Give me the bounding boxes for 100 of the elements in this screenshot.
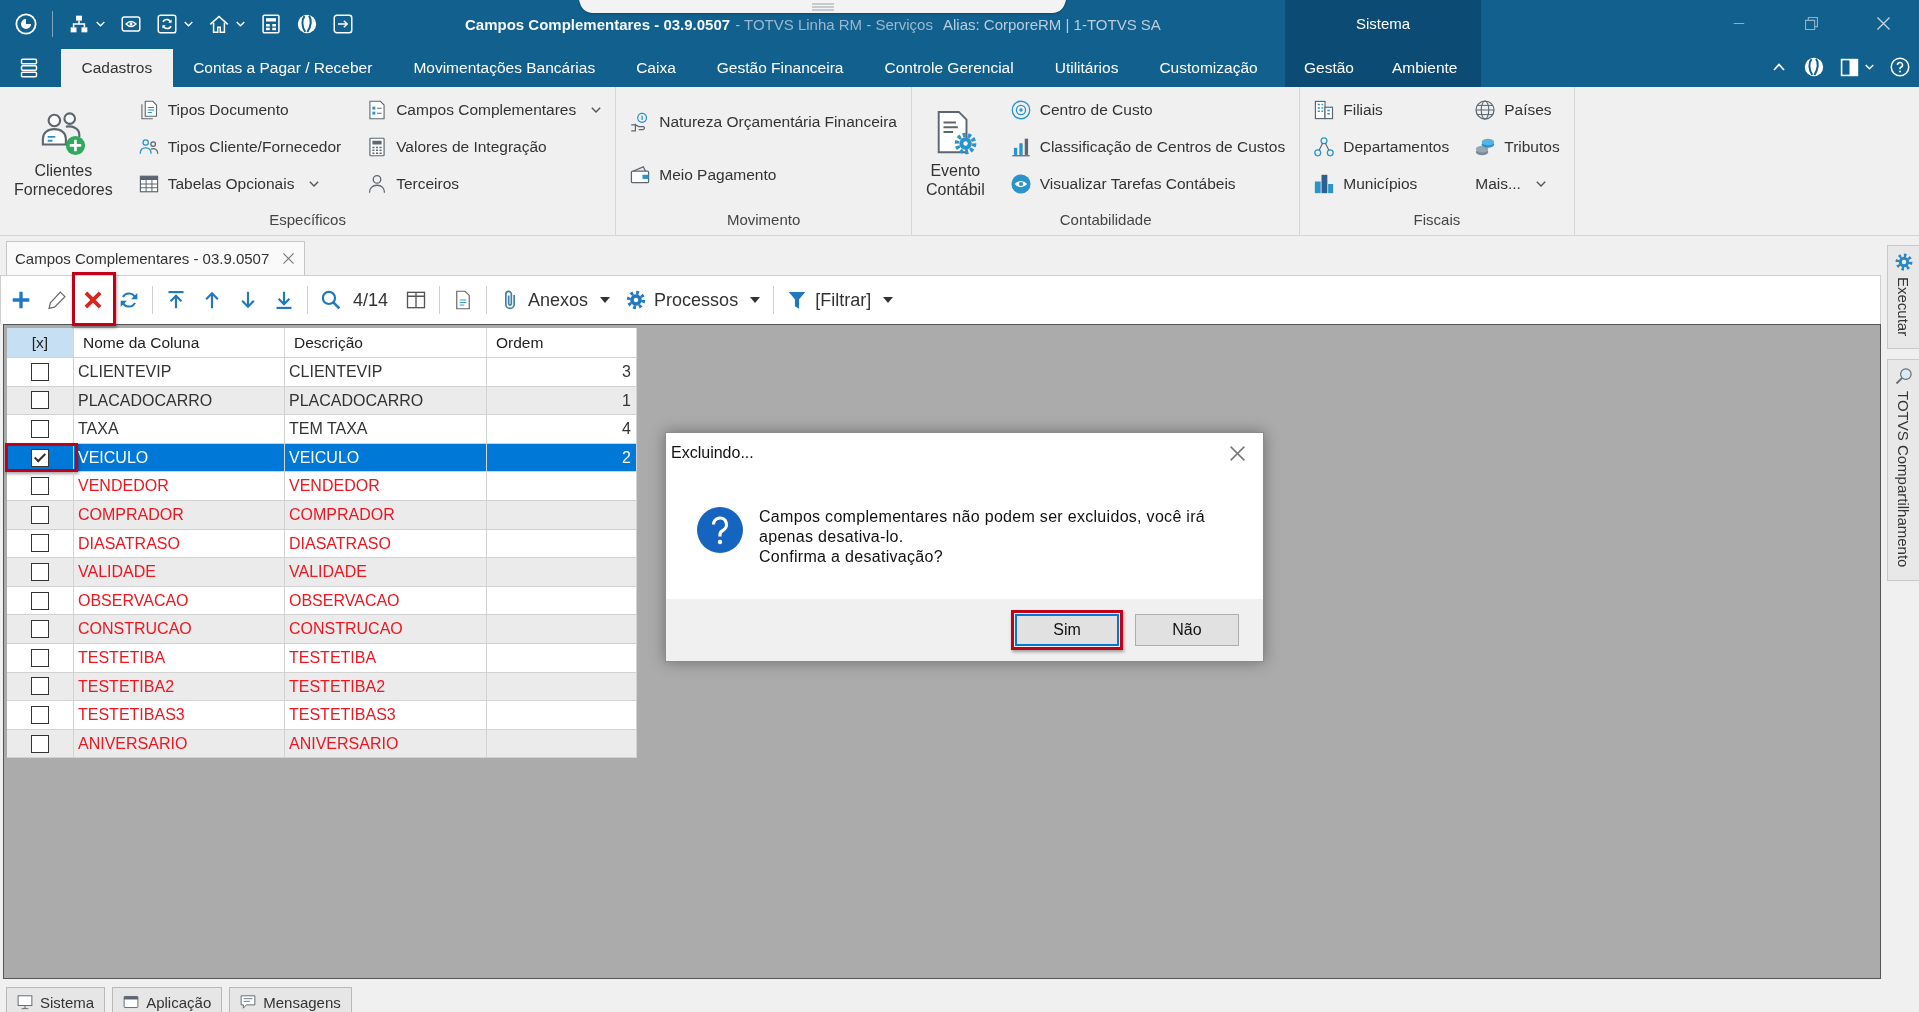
side-tab[interactable]: Executar [1887,245,1919,350]
chevron-down-icon[interactable] [96,20,105,27]
home-icon[interactable] [209,13,229,34]
table-row[interactable]: VEICULO VEICULO 2 [7,443,637,473]
table-row[interactable]: TESTETIBAS3 TESTETIBAS3 [7,701,637,730]
dropdown-button[interactable]: Processos [618,281,769,319]
ribbon-button[interactable]: Tabelas Opcionais [134,165,346,202]
checkbox[interactable] [31,534,49,553]
checkbox[interactable] [31,648,49,667]
ribbon-button[interactable]: Tipos Cliente/Fornecedor [134,128,346,165]
menu-tab[interactable]: Ambiente [1373,49,1477,87]
table-row[interactable]: DIASATRASO DIASATRASO [7,529,637,559]
dialog-button[interactable]: Não [1135,614,1239,646]
ribbon-button[interactable]: Tributos [1471,128,1564,165]
chevron-down-icon[interactable] [236,20,245,27]
refresh-icon[interactable] [157,13,177,34]
panel-icon[interactable] [1840,57,1859,77]
checkbox[interactable] [31,705,49,724]
close-button[interactable] [281,251,297,266]
table-row[interactable]: TESTETIBA2 TESTETIBA2 [7,672,637,702]
circle-logo-icon[interactable] [15,12,37,35]
table-row[interactable]: CONSTRUCAO CONSTRUCAO [7,615,637,644]
chevron-down-icon[interactable] [1865,64,1874,70]
ribbon-button[interactable]: Centro de Custo [1006,91,1290,128]
menu-button[interactable] [18,56,40,80]
ribbon-button[interactable]: Valores de Integração [363,128,606,165]
menu-tab[interactable]: Utilitários [1034,49,1139,87]
table-cell: TESTETIBA2 [74,672,285,701]
menu-tab[interactable]: Cadastros [61,49,173,87]
grip-handle-icon[interactable] [579,0,1066,13]
ribbon-button[interactable]: Departamentos [1310,128,1454,165]
bottom-tab[interactable]: Aplicação [112,987,223,1012]
checkbox[interactable] [31,448,49,467]
checkbox[interactable] [31,734,49,753]
ribbon-button[interactable]: Natureza Orçamentária Financeira [626,103,901,140]
ribbon-button[interactable]: Campos Complementares [363,91,606,128]
close-button[interactable] [1228,443,1247,463]
target-icon [1010,99,1031,120]
ribbon-button[interactable]: Visualizar Tarefas Contábeis [1006,165,1290,202]
side-tab[interactable]: TOTVS Compartilhamento [1887,359,1919,581]
menu-tab[interactable]: Controle Gerencial [863,49,1035,87]
checkbox[interactable] [31,677,49,696]
table-row[interactable]: TESTETIBA TESTETIBA [7,643,637,673]
chevron-down-icon[interactable] [184,20,193,27]
checkbox[interactable] [31,562,49,581]
ribbon-button[interactable]: Classificação de Centros de Custos [1006,128,1290,165]
menu-tab[interactable]: Contas a Pagar / Receber [172,49,393,87]
checkbox[interactable] [31,620,49,639]
table-row[interactable]: PLACADOCARRO PLACADOCARRO 1 [7,386,637,416]
ribbon-button[interactable]: Clientes Fornecedores [10,97,117,199]
checkbox[interactable] [31,591,49,610]
bottom-tab[interactable]: Sistema [6,987,106,1012]
menu-tab[interactable]: Customização [1138,49,1279,87]
chevron-up-icon[interactable] [1773,63,1785,71]
dialog-button[interactable]: Sim [1015,614,1119,646]
table-row[interactable]: CLIENTEVIP CLIENTEVIP 3 [7,358,637,387]
eye-icon [1010,173,1031,194]
document-tab[interactable]: Campos Complementares - 03.9.0507 [6,241,306,275]
table-row[interactable]: VALIDADE VALIDADE [7,558,637,587]
globe-icon[interactable] [1804,57,1824,77]
checkbox[interactable] [31,391,49,410]
menu-tab[interactable]: Gestão [1285,49,1373,87]
checkbox[interactable] [31,420,49,438]
exit-icon[interactable] [333,13,353,34]
ribbon-button[interactable]: Meio Pagamento [626,156,901,193]
table-cell: VALIDADE [285,558,487,586]
bottom-tab[interactable]: Mensagens [229,987,352,1012]
ribbon-button[interactable]: Países [1471,91,1564,128]
globe-icon[interactable] [297,13,317,34]
people-add-icon [40,110,87,156]
ribbon-button[interactable]: Filiais [1310,91,1454,128]
checkbox[interactable] [31,362,49,381]
table-row[interactable]: ANIVERSARIO ANIVERSARIO [7,729,637,759]
table-row[interactable]: VENDEDOR VENDEDOR [7,472,637,501]
table-cell: TEM TAXA [285,415,487,443]
table-row[interactable]: COMPRADOR COMPRADOR [7,500,637,530]
ribbon-button[interactable]: Municípios [1310,165,1454,202]
ribbon-button[interactable]: Evento Contábil [922,97,989,199]
column-header[interactable]: Nome da Coluna [74,328,285,357]
ribbon-button[interactable]: Mais... [1471,165,1564,202]
ribbon-button[interactable]: Terceiros [363,165,606,202]
table-row[interactable]: OBSERVACAO OBSERVACAO [7,586,637,616]
column-header[interactable]: Descrição [285,328,487,357]
caret-icon [600,297,611,303]
calculator-icon[interactable] [261,13,281,34]
table-cell: PLACADOCARRO [74,386,285,415]
eye-icon[interactable] [121,13,141,34]
checkbox[interactable] [31,477,49,496]
menu-tab[interactable]: Caixa [615,49,697,87]
dropdown-button[interactable]: Anexos [492,281,619,319]
cross-icon [83,290,103,310]
menu-tab[interactable]: Gestão Financeira [696,49,864,87]
column-header[interactable]: [x] [7,328,74,357]
dropdown-button[interactable]: [Filtrar] [779,281,902,319]
help-icon[interactable] [1890,57,1910,77]
ribbon-button[interactable]: Tipos Documento [134,91,346,128]
menu-tab[interactable]: Movimentações Bancárias [392,49,616,87]
sitemap-icon[interactable] [69,13,89,34]
checkbox[interactable] [31,505,49,524]
column-header[interactable]: Ordem [487,328,637,357]
